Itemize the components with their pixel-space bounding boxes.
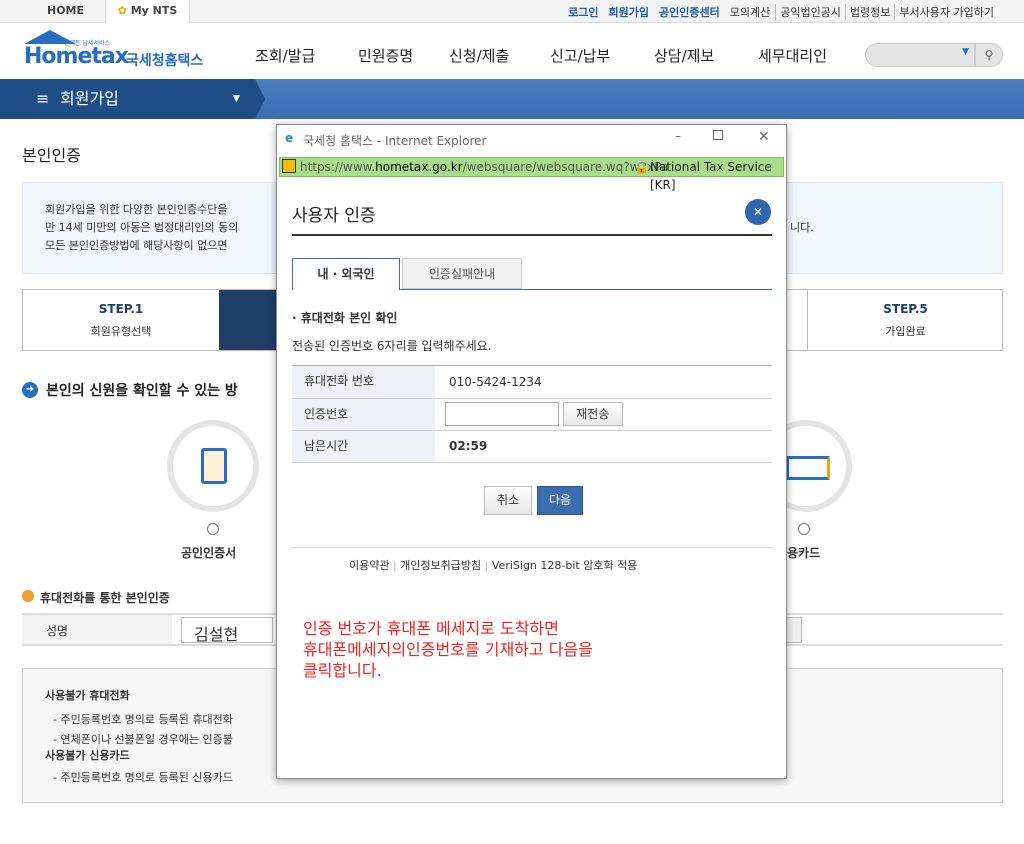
law-info-link[interactable]: 법령정보 bbox=[844, 4, 894, 20]
section-heading: 본인의 신원을 확인할 수 있는 방 bbox=[46, 383, 238, 399]
notice-heading: 사용불가 휴대전화 bbox=[45, 689, 130, 702]
nav-apply[interactable]: 신청/제출 bbox=[449, 45, 509, 66]
search-icon: ⚲ bbox=[984, 48, 994, 62]
login-link[interactable]: 로그인 bbox=[563, 4, 603, 20]
notice-line: - 주민등록번호 명의로 등록된 신용카드 bbox=[53, 771, 233, 784]
cancel-button[interactable]: 취소 bbox=[484, 486, 532, 515]
submenu-dropdown[interactable]: ≡ 회원가입 ▼ bbox=[0, 79, 255, 119]
chevron-down-icon: ▼ bbox=[962, 47, 969, 57]
tab-auth-failure-guide[interactable]: 인증실패안내 bbox=[402, 258, 522, 289]
top-links: 로그인 회원가입 공인인증센터 모의계산 공익법인공시 법령정보 부서사용자 가… bbox=[563, 4, 998, 20]
auth-popup-window: e 국세청 홈택스 - Internet Explorer – ✕ https:… bbox=[276, 124, 787, 779]
close-icon[interactable]: ✕ bbox=[745, 199, 771, 225]
ie-icon: e bbox=[285, 131, 294, 145]
time-left-label: 남은시간 bbox=[292, 430, 435, 463]
submenu-arrow bbox=[255, 79, 265, 119]
star-icon: ✿ bbox=[117, 4, 127, 17]
chevron-down-icon: ▼ bbox=[233, 94, 240, 104]
terms-link[interactable]: 이용약관 bbox=[349, 559, 389, 572]
hometax-logo[interactable]: 언제든 납세서비스 Hometax 국세청홈택스 bbox=[22, 30, 212, 75]
my-nts-tab[interactable]: ✿ My NTS bbox=[106, 0, 190, 23]
window-title: 국세청 홈택스 - Internet Explorer bbox=[303, 134, 487, 148]
ie-titlebar: e 국세청 홈택스 - Internet Explorer – ✕ bbox=[277, 125, 786, 155]
step-1: STEP.1 회원유형선택 bbox=[90, 302, 152, 338]
privacy-link[interactable]: 개인정보취급방침 bbox=[400, 559, 481, 572]
home-tab[interactable]: HOME bbox=[26, 0, 106, 23]
search-button[interactable]: ⚲ bbox=[975, 43, 1003, 67]
my-nts-label: My NTS bbox=[130, 4, 178, 17]
notice-heading: 사용불가 신용카드 bbox=[45, 749, 130, 762]
minimize-button[interactable]: – bbox=[675, 129, 681, 143]
step-2-active bbox=[219, 290, 279, 350]
instruction-text: 전송된 인증번호 6자리를 입력해주세요. bbox=[292, 339, 492, 353]
code-label: 인증번호 bbox=[292, 398, 435, 431]
address-bar[interactable]: https://www.hometax.go.kr/websquare/webs… bbox=[279, 157, 784, 192]
id-card-icon bbox=[201, 448, 227, 484]
phone-value: 010-5424-1234 bbox=[435, 366, 772, 399]
cert-center-link[interactable]: 공인인증센터 bbox=[654, 4, 725, 20]
nav-consult[interactable]: 상담/제보 bbox=[654, 45, 714, 66]
auth-table: 휴대전화 번호 010-5424-1234 인증번호 재전송 남은시간 02:59 bbox=[292, 366, 772, 463]
annotation-text: 인증 번호가 휴대폰 메세지로 도착하면 휴대폰메세지의인증번호를 기재하고 다음… bbox=[303, 619, 593, 680]
name-input[interactable]: 김설현 bbox=[181, 617, 273, 644]
nav-inquiry[interactable]: 조회/발급 bbox=[255, 45, 315, 66]
menu-icon: ≡ bbox=[36, 89, 50, 108]
popup-footer: 이용약관 | 개인정보취급방침 | VeriSign 128-bit 암호화 적… bbox=[349, 559, 638, 572]
info-line: 회원가입을 위한 다양한 본인인증수단을 bbox=[45, 203, 228, 216]
notice-line: - 연체폰이나 선불폰일 경우에는 인증불 bbox=[53, 733, 233, 746]
name-row-button[interactable] bbox=[786, 617, 802, 643]
bullet-icon bbox=[22, 590, 34, 602]
arrow-circle-icon: ➜ bbox=[22, 382, 38, 398]
lock-icon: 🔒 bbox=[634, 160, 649, 174]
resend-button[interactable]: 재전송 bbox=[562, 402, 623, 426]
phone-section-heading: 휴대전화를 통한 본인인증 bbox=[40, 591, 170, 605]
simulation-link[interactable]: 모의계산 bbox=[725, 4, 775, 20]
credit-card-label: 용카드 bbox=[787, 546, 821, 560]
credit-card-icon bbox=[786, 456, 830, 480]
phone-confirm-heading: · 휴대전화 본인 확인 bbox=[292, 311, 398, 325]
close-window-button[interactable]: ✕ bbox=[758, 129, 770, 145]
site-icon bbox=[282, 159, 296, 173]
notice-line: - 주민등록번호 명의로 등록된 휴대전화 bbox=[53, 713, 233, 726]
signup-link[interactable]: 회원가입 bbox=[604, 4, 654, 20]
info-line: 모든 본인인증방법에 해당사항이 없으면 bbox=[45, 239, 228, 252]
credit-card-radio[interactable] bbox=[798, 523, 810, 535]
dept-user-link[interactable]: 부서사용자 가입하기 bbox=[894, 4, 998, 20]
nav-certificates[interactable]: 민원증명 bbox=[358, 45, 413, 66]
certificate-label: 공인인증서 bbox=[181, 546, 237, 560]
popup-title: 사용자 인증 bbox=[292, 206, 376, 226]
nav-report[interactable]: 신고/납부 bbox=[550, 45, 610, 66]
info-line-tail: 니다. bbox=[790, 221, 814, 234]
verification-code-input[interactable] bbox=[445, 402, 559, 426]
page-title: 본인인증 bbox=[22, 146, 81, 165]
encryption-note: VeriSign 128-bit 암호화 적용 bbox=[491, 559, 638, 572]
certificate-method[interactable] bbox=[167, 420, 259, 512]
certificate-owner: National Tax Service [KR] bbox=[650, 160, 772, 192]
search-input[interactable]: ▼ bbox=[865, 43, 975, 67]
info-line: 만 14세 미만의 아동은 법정대리인의 동의 bbox=[45, 221, 239, 234]
title-divider bbox=[292, 234, 772, 236]
step-5: STEP.5 가입완료 bbox=[807, 290, 1003, 350]
logo-korean: 국세청홈택스 bbox=[126, 53, 204, 69]
certificate-radio[interactable] bbox=[207, 523, 219, 535]
public-corp-link[interactable]: 공익법인공시 bbox=[775, 4, 845, 20]
tab-domestic-foreign[interactable]: 내 · 외국인 bbox=[292, 258, 400, 290]
nav-tax-agent[interactable]: 세무대리인 bbox=[758, 45, 827, 66]
next-button[interactable]: 다음 bbox=[537, 486, 583, 515]
time-left-value: 02:59 bbox=[435, 430, 772, 463]
name-label: 성명 bbox=[46, 624, 69, 638]
logo-wordmark: Hometax bbox=[24, 44, 129, 69]
maximize-button[interactable] bbox=[713, 130, 723, 140]
submenu-title: 회원가입 bbox=[60, 89, 119, 108]
phone-label: 휴대전화 번호 bbox=[292, 366, 435, 399]
